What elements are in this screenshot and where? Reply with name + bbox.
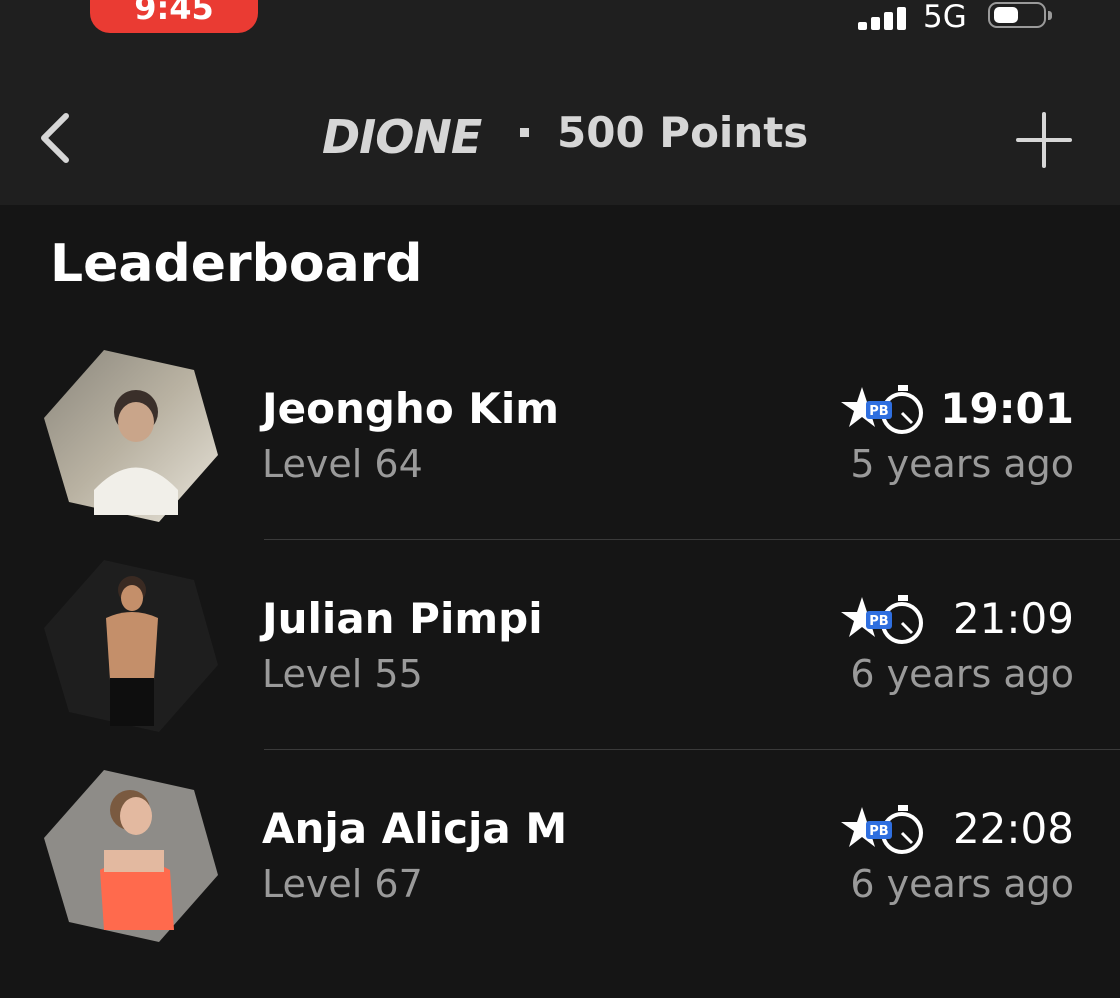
pb-badge-label: PB: [869, 404, 888, 419]
personal-best-icon: PB: [841, 805, 923, 854]
player-name: Jeongho Kim: [262, 384, 560, 433]
network-type: 5G: [923, 0, 967, 35]
player-name: Anja Alicja M: [262, 804, 568, 853]
back-button[interactable]: [32, 110, 82, 166]
brand-title: DIONE: [322, 110, 482, 164]
row-divider: [264, 749, 1120, 750]
leaderboard-row[interactable]: Jeongho Kim Level 64 PB 19:01 5 years ag…: [0, 350, 1120, 560]
avatar: [44, 350, 218, 522]
status-time[interactable]: 9:45: [90, 0, 258, 33]
player-level: Level 64: [262, 442, 423, 486]
leaderboard-row[interactable]: Anja Alicja M Level 67 PB 22:08 6 years …: [0, 770, 1120, 980]
run-time: 19:01: [940, 384, 1074, 433]
time-ago: 5 years ago: [850, 442, 1074, 486]
row-divider: [264, 539, 1120, 540]
player-name: Julian Pimpi: [262, 594, 543, 643]
leaderboard-row[interactable]: Julian Pimpi Level 55 PB 21:09 6 years a…: [0, 560, 1120, 770]
pb-badge-label: PB: [869, 824, 888, 839]
personal-best-icon: PB: [841, 595, 923, 644]
player-level: Level 55: [262, 652, 423, 696]
time-ago: 6 years ago: [850, 652, 1074, 696]
personal-best-icon: PB: [841, 385, 923, 434]
leaderboard-title: Leaderboard: [50, 234, 423, 294]
nav-header: DIONE 500 Points: [0, 52, 1120, 205]
signal-icon: [858, 6, 910, 30]
battery-icon: [988, 2, 1052, 28]
avatar: [44, 770, 218, 942]
add-button[interactable]: [1012, 108, 1076, 172]
plus-icon: [1016, 112, 1072, 168]
chevron-left-icon: [41, 113, 69, 163]
player-level: Level 67: [262, 862, 423, 906]
time-ago: 6 years ago: [850, 862, 1074, 906]
avatar: [44, 560, 218, 732]
run-time: 22:08: [952, 804, 1074, 853]
separator-dot: [520, 128, 529, 137]
status-bar: 9:45 5G: [0, 0, 1120, 52]
run-time: 21:09: [952, 594, 1074, 643]
pb-badge-label: PB: [869, 614, 888, 629]
points-label: 500 Points: [557, 108, 809, 157]
